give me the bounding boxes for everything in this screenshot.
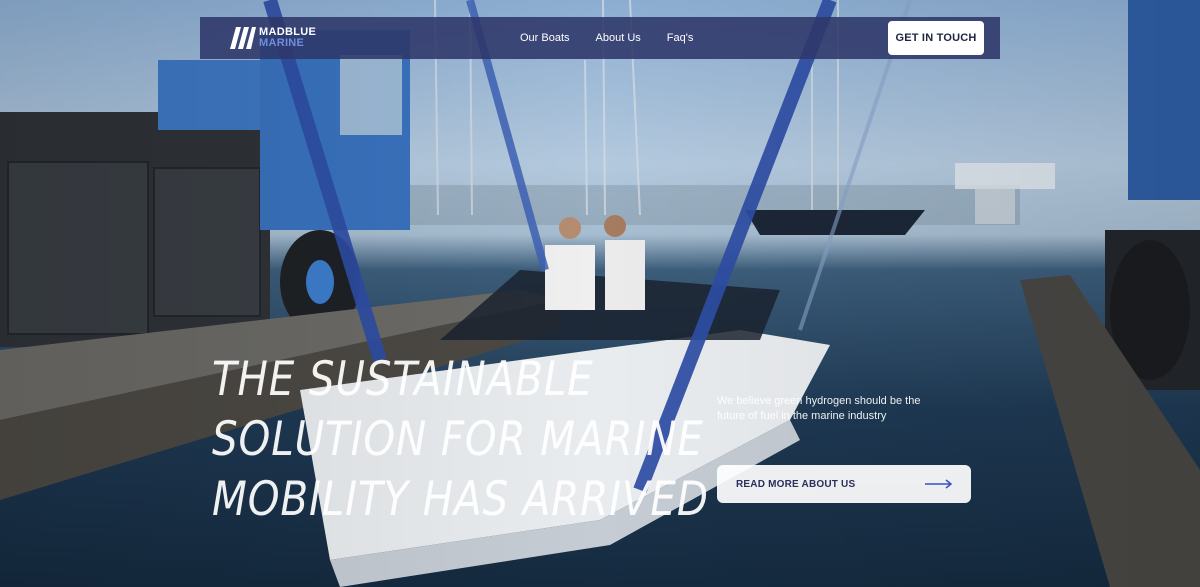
logo-wordmark-bottom: MARINE xyxy=(259,37,305,49)
nav-link-our-boats[interactable]: Our Boats xyxy=(520,32,570,44)
nav-link-faqs[interactable]: Faq's xyxy=(667,32,694,44)
headline-line-2: SOLUTION FOR MARINE xyxy=(212,412,704,467)
read-more-label: READ MORE ABOUT US xyxy=(736,478,856,490)
read-more-button[interactable]: READ MORE ABOUT US xyxy=(717,465,971,503)
nav-links: Our Boats About Us Faq's xyxy=(520,17,719,59)
hero-tagline: We believe green hydrogen should be the … xyxy=(717,395,921,422)
arrow-right-icon xyxy=(925,479,953,489)
nav-link-about-us[interactable]: About Us xyxy=(596,32,641,44)
get-in-touch-button[interactable]: GET IN TOUCH xyxy=(888,21,984,55)
logo-stripes-icon xyxy=(230,27,256,49)
brand-logo[interactable]: MADBLUE MARINE xyxy=(230,25,316,51)
top-navbar: MADBLUE MARINE Our Boats About Us Faq's … xyxy=(200,17,1000,59)
headline-line-1: THE SUSTAINABLE xyxy=(212,352,594,407)
headline-line-3: MOBILITY HAS ARRIVED xyxy=(212,472,709,527)
hero-headline: THE SUSTAINABLE SOLUTION FOR MARINE MOBI… xyxy=(212,350,709,530)
